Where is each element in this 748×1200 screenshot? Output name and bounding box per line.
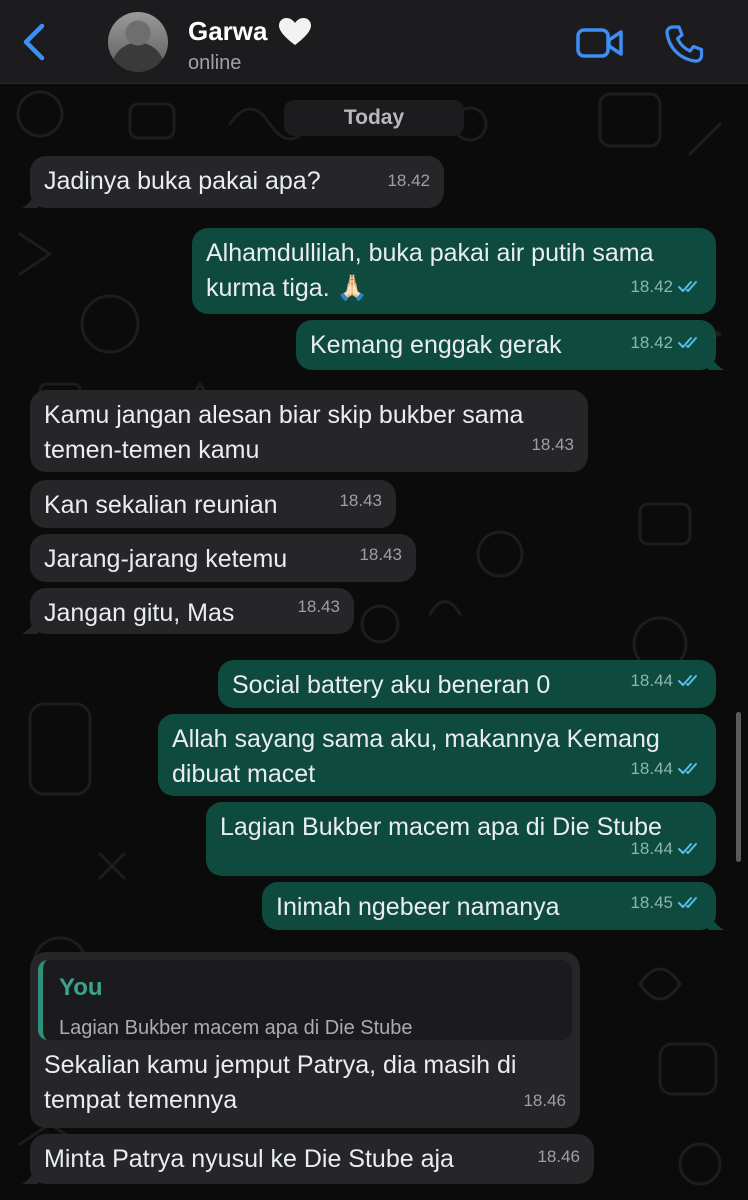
chat-header: Garwa online xyxy=(0,0,748,84)
message-meta: 18.43 xyxy=(359,537,402,572)
message-meta: 18.44 xyxy=(630,831,702,866)
voice-call-icon[interactable] xyxy=(664,24,706,64)
bubble-tail xyxy=(708,912,724,930)
message-text: Jadinya buka pakai apa? xyxy=(44,167,321,195)
message-bubble-outgoing[interactable]: Social battery aku beneran 0 18.44 xyxy=(218,660,716,708)
message-time: 18.43 xyxy=(297,597,340,616)
contact-avatar[interactable] xyxy=(108,12,168,72)
message-bubble-outgoing[interactable]: Inimah ngebeer namanya 18.45 xyxy=(262,882,724,930)
message-bubble-incoming[interactable]: Kan sekalian reunian 18.43 xyxy=(30,480,396,528)
message-time: 18.46 xyxy=(523,1091,566,1110)
message-bubble-outgoing[interactable]: Kemang enggak gerak 18.42 xyxy=(296,320,724,370)
read-ticks-icon xyxy=(678,842,697,854)
white-heart-icon xyxy=(278,17,311,45)
message-time: 18.45 xyxy=(630,893,673,912)
bubble-tail xyxy=(22,1166,38,1184)
message-time: 18.43 xyxy=(531,435,574,454)
message-bubble-incoming[interactable]: Jarang-jarang ketemu 18.43 xyxy=(30,534,416,582)
quoted-text: Lagian Bukber macem apa di Die Stube xyxy=(59,1017,413,1039)
message-bubble-incoming-reply[interactable]: You Lagian Bukber macem apa di Die Stube… xyxy=(30,952,580,1128)
bubble-tail xyxy=(22,190,38,208)
message-bubble-incoming[interactable]: Jangan gitu, Mas 18.43 xyxy=(22,588,354,634)
contact-status: online xyxy=(188,52,242,74)
bubble-tail xyxy=(708,352,724,370)
message-time: 18.42 xyxy=(630,277,673,296)
message-text: Allah sayang sama aku, makannya Kemang d… xyxy=(172,725,660,788)
message-meta: 18.43 xyxy=(531,427,574,462)
message-bubble-incoming[interactable]: Kamu jangan alesan biar skip bukber sama… xyxy=(30,390,588,472)
message-bubble-incoming[interactable]: Jadinya buka pakai apa? 18.42 xyxy=(22,156,444,208)
message-time: 18.46 xyxy=(537,1147,580,1166)
message-bubble-outgoing[interactable]: Alhamdullilah, buka pakai air putih sama… xyxy=(192,228,716,314)
read-ticks-icon xyxy=(678,896,697,908)
message-text: Kan sekalian reunian xyxy=(44,491,278,519)
message-text: Sekalian kamu jemput Patrya, dia masih d… xyxy=(44,1051,517,1114)
message-meta: 18.43 xyxy=(339,483,382,518)
quoted-message[interactable]: You Lagian Bukber macem apa di Die Stube xyxy=(38,960,572,1040)
message-meta: 18.44 xyxy=(630,751,702,786)
message-time: 18.44 xyxy=(630,759,673,778)
message-list[interactable]: Today Jadinya buka pakai apa? 18.42 Alha… xyxy=(0,84,748,1200)
message-time: 18.44 xyxy=(630,839,673,858)
message-meta: 18.46 xyxy=(523,1083,566,1118)
contact-name[interactable]: Garwa xyxy=(188,16,268,47)
message-time: 18.43 xyxy=(359,545,402,564)
message-text: Kamu jangan alesan biar skip bukber sama… xyxy=(44,401,524,464)
back-chevron-icon[interactable] xyxy=(18,22,52,62)
read-ticks-icon xyxy=(678,280,697,292)
read-ticks-icon xyxy=(678,336,697,348)
message-text: Minta Patrya nyusul ke Die Stube aja xyxy=(44,1145,454,1173)
message-time: 18.42 xyxy=(387,171,430,190)
message-meta: 18.43 xyxy=(297,589,340,624)
message-text: Jarang-jarang ketemu xyxy=(44,545,288,573)
message-time: 18.44 xyxy=(630,671,673,690)
message-meta: 18.42 xyxy=(630,269,702,304)
message-text: Alhamdullilah, buka pakai air putih sama… xyxy=(206,239,654,302)
message-bubble-incoming[interactable]: Minta Patrya nyusul ke Die Stube aja 18.… xyxy=(22,1134,594,1184)
bubble-tail xyxy=(22,616,38,634)
read-ticks-icon xyxy=(678,674,697,686)
message-bubble-outgoing[interactable]: Lagian Bukber macem apa di Die Stube 18.… xyxy=(206,802,716,876)
quoted-author: You xyxy=(59,974,103,1001)
message-time: 18.42 xyxy=(630,333,673,352)
message-meta: 18.46 xyxy=(537,1139,580,1174)
message-bubble-outgoing[interactable]: Allah sayang sama aku, makannya Kemang d… xyxy=(158,714,716,796)
video-call-icon[interactable] xyxy=(576,26,624,60)
message-time: 18.43 xyxy=(339,491,382,510)
message-meta: 18.42 xyxy=(630,325,702,360)
message-meta: 18.44 xyxy=(630,663,702,698)
read-ticks-icon xyxy=(678,762,697,774)
scrollbar[interactable] xyxy=(736,712,741,862)
message-text: Jangan gitu, Mas xyxy=(44,599,235,627)
message-meta: 18.42 xyxy=(387,163,430,198)
date-separator: Today xyxy=(284,100,464,136)
contact-name-row[interactable]: Garwa xyxy=(188,16,312,47)
message-meta: 18.45 xyxy=(630,885,702,920)
